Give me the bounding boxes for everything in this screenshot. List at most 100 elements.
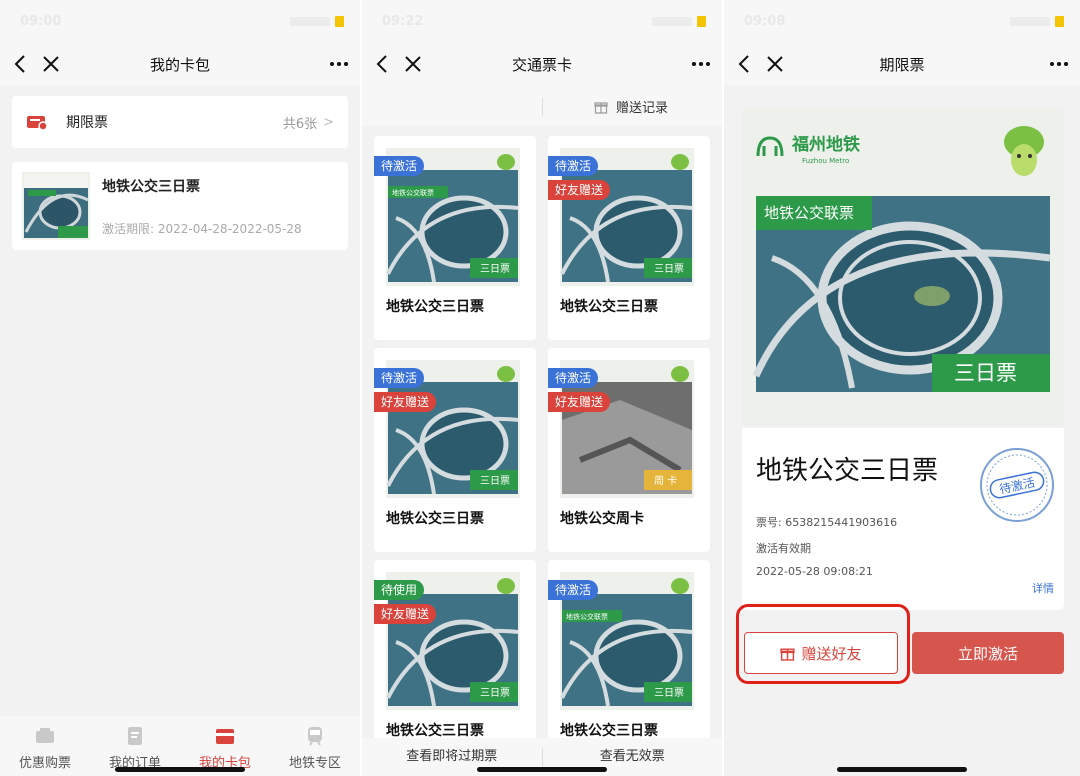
metro-logo-text: 福州地铁 (791, 134, 860, 155)
tab-metro-zone[interactable]: 地铁专区 (270, 716, 360, 776)
ticket-type-tag: 三日票 (480, 687, 510, 699)
status-badge: 待激活 (374, 368, 425, 388)
status-badge: 待激活 (548, 580, 599, 600)
ticket-card-name: 地铁公交三日票 (386, 299, 484, 315)
ticket-card[interactable]: 地铁公交联票三日票地铁公交三日票 待激活 (548, 560, 710, 764)
ticket-icon (27, 116, 48, 130)
ticket-detail-card: 地铁公交三日票 待激活 票号: 6538215441903616 激活有效期 2… (742, 428, 1064, 610)
ticket-type-tag: 三日票 (480, 263, 510, 275)
ticket-card-name: 地铁公交三日票 (560, 299, 658, 315)
status-time: 09:22 (382, 13, 424, 29)
status-badge: 待使用 (374, 580, 425, 600)
ticket-type-tag: 三日票 (654, 687, 684, 699)
tab-label: 优惠购票 (18, 756, 71, 771)
close-icon[interactable] (38, 51, 64, 77)
ticket-card-image: 福州地铁 Fuzhou Metro 地铁公交联票 三日票 (742, 108, 1064, 426)
chevron-right-icon: > (323, 114, 334, 130)
ticket-card[interactable]: 三日票地铁公交三日票 待激活好友赠送 (374, 348, 536, 552)
nav-bar: 交通票卡 (362, 42, 722, 86)
ticket-card-name: 地铁公交三日票 (386, 723, 484, 739)
back-icon[interactable] (732, 51, 758, 77)
signal-icon (290, 16, 330, 26)
ticket-title: 地铁公交三日票 (756, 456, 939, 486)
back-icon[interactable] (8, 51, 34, 77)
ticket-purchase-icon (36, 728, 54, 743)
nav-bar: 期限票 (724, 42, 1080, 86)
home-indicator (477, 767, 607, 772)
ticket-list-item[interactable]: 地铁公交三日票 激活期限: 2022-04-28-2022-05-28 (12, 162, 348, 250)
ticket-type-tag: 三日票 (954, 361, 1017, 385)
ticket-thumbnail (22, 172, 90, 240)
gift-to-friend-button[interactable]: 赠送好友 (744, 632, 898, 674)
order-icon (128, 727, 142, 745)
gift-record-bar: 赠送记录 (362, 86, 722, 126)
battery-icon (697, 15, 706, 27)
close-icon[interactable] (762, 51, 788, 77)
mascot-icon (671, 154, 689, 170)
mascot-icon (671, 578, 689, 594)
ticket-card-name: 地铁公交周卡 (560, 511, 644, 527)
gift-from-friend-badge: 好友赠送 (548, 392, 611, 412)
ticket-type-tag: 三日票 (654, 263, 684, 275)
gift-from-friend-badge: 好友赠送 (374, 392, 437, 412)
signal-icon (652, 16, 692, 26)
tab-label: 地铁专区 (288, 756, 341, 771)
validity-value: 2022-05-28 09:08:21 (756, 565, 873, 578)
more-options-icon[interactable] (1046, 53, 1072, 75)
wallet-icon (216, 729, 234, 744)
gift-from-friend-badge: 好友赠送 (548, 180, 611, 200)
tab-discount-tickets[interactable]: 优惠购票 (0, 716, 90, 776)
ticket-name: 地铁公交三日票 (102, 179, 200, 195)
ticket-card[interactable]: 地铁公交联票三日票地铁公交三日票 待激活 (374, 136, 536, 340)
nav-bar: 我的卡包 (0, 42, 360, 86)
mascot-icon (497, 366, 515, 382)
gift-from-friend-badge: 好友赠送 (374, 604, 437, 624)
divider (542, 98, 543, 116)
home-indicator (837, 767, 967, 772)
status-badge: 待激活 (548, 368, 599, 388)
more-options-icon[interactable] (688, 53, 714, 75)
pending-activation-stamp: 待激活 (980, 448, 1054, 522)
ticket-card[interactable]: 三日票 地铁公交三日票 待激活 好友赠送 (548, 136, 710, 340)
battery-icon (1055, 15, 1064, 27)
mascot-icon (671, 366, 689, 382)
gift-icon (780, 648, 796, 661)
term-pass-label: 期限票 (66, 115, 108, 131)
gift-record-link[interactable]: 赠送记录 (594, 97, 668, 116)
mascot-icon (497, 578, 515, 594)
details-link[interactable]: 详情 (1032, 580, 1054, 596)
ticket-card-name: 地铁公交三日票 (560, 723, 658, 739)
signal-icon (1010, 16, 1050, 26)
combo-ticket-tag: 地铁公交联票 (392, 188, 434, 197)
gift-icon (594, 101, 608, 114)
wallet-screen: 09:00 我的卡包 期限票 共6张 > 地铁公交三日票 激活期限: 2022-… (0, 0, 360, 776)
metro-train-icon (308, 727, 322, 746)
term-pass-detail-screen: 09:08 期限票 福州地铁 Fuzhou Metro 地铁公交联票 三日票 地… (724, 0, 1080, 776)
combo-ticket-tag: 地铁公交联票 (566, 612, 608, 621)
term-pass-row[interactable]: 期限票 共6张 > (12, 96, 348, 148)
home-indicator (115, 767, 245, 772)
ticket-number: 票号: 6538215441903616 (756, 516, 898, 529)
status-time: 09:00 (20, 13, 62, 29)
back-icon[interactable] (370, 51, 396, 77)
header-area: 09:08 期限票 (724, 0, 1080, 86)
ticket-card[interactable]: 周 卡地铁公交周卡 待激活 好友赠送 (548, 348, 710, 552)
ticket-card-name: 地铁公交三日票 (386, 511, 484, 527)
more-options-icon[interactable] (326, 53, 352, 75)
status-badge: 待激活 (374, 156, 425, 176)
activate-now-button[interactable]: 立即激活 (912, 632, 1064, 674)
status-bar: 09:08 (724, 0, 1080, 42)
pass-count: 共6张 (282, 116, 318, 132)
header-area: 09:22 交通票卡 (362, 0, 722, 86)
status-time: 09:08 (744, 13, 786, 29)
transit-cards-screen: 09:22 交通票卡 赠送记录 地铁公交联票 三日票 地铁公交三日票 待激活 三日票 地铁… (362, 0, 722, 776)
ticket-card[interactable]: 三日票地铁公交三日票 待使用好友赠送 (374, 560, 536, 764)
ticket-validity: 激活期限: 2022-04-28-2022-05-28 (102, 222, 302, 236)
gift-button-label: 赠送好友 (801, 644, 862, 663)
header-area: 09:00 我的卡包 (0, 0, 360, 86)
ticket-type-tag: 三日票 (480, 475, 510, 487)
close-icon[interactable] (400, 51, 426, 77)
battery-icon (335, 15, 344, 27)
validity-label: 激活有效期 (756, 542, 811, 555)
status-bar: 09:00 (0, 0, 360, 42)
